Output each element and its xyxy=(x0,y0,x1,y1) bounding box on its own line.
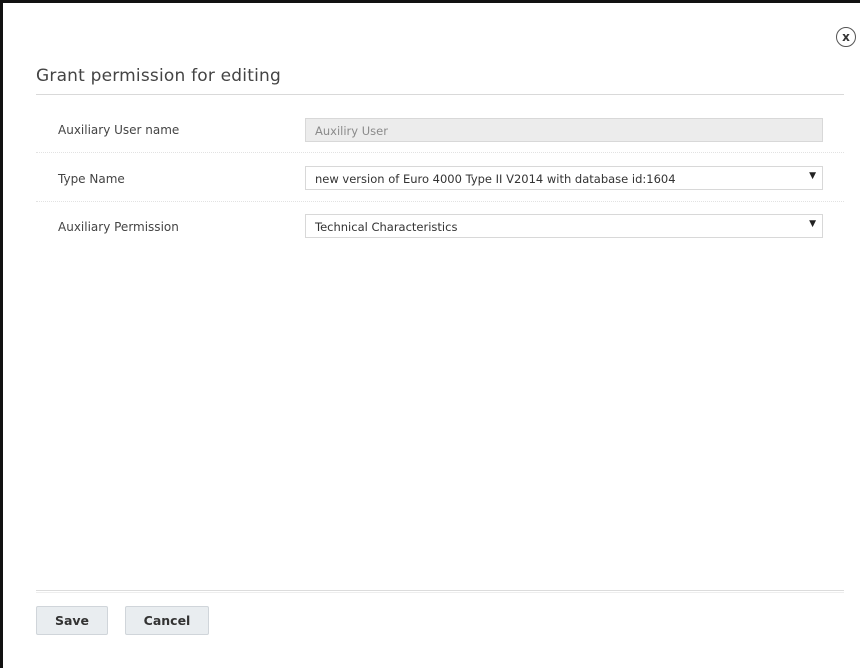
auxiliary-user-row: Auxiliary User name Auxiliry User xyxy=(36,106,844,153)
dropdown-arrow-icon: ▼ xyxy=(809,171,816,181)
type-name-value: new version of Euro 4000 Type II V2014 w… xyxy=(315,172,676,186)
auxiliary-permission-value: Technical Characteristics xyxy=(315,220,458,234)
dialog-title: Grant permission for editing xyxy=(36,66,281,86)
close-icon[interactable]: x xyxy=(836,27,856,47)
type-name-select[interactable]: new version of Euro 4000 Type II V2014 w… xyxy=(305,166,823,190)
cancel-button[interactable]: Cancel xyxy=(125,606,209,635)
type-name-label: Type Name xyxy=(58,172,125,186)
auxiliary-permission-row: Auxiliary Permission Technical Character… xyxy=(36,203,844,249)
auxiliary-user-field: Auxiliry User xyxy=(305,118,823,142)
grant-permission-dialog: x Grant permission for editing Auxiliary… xyxy=(0,0,860,668)
dropdown-arrow-icon: ▼ xyxy=(809,219,816,229)
footer-divider xyxy=(36,590,844,591)
auxiliary-permission-select[interactable]: Technical Characteristics ▼ xyxy=(305,214,823,238)
save-button[interactable]: Save xyxy=(36,606,108,635)
type-name-row: Type Name new version of Euro 4000 Type … xyxy=(36,155,844,202)
auxiliary-user-label: Auxiliary User name xyxy=(58,123,180,137)
footer-divider-shadow xyxy=(36,592,844,593)
title-divider xyxy=(36,94,844,95)
auxiliary-user-value: Auxiliry User xyxy=(315,124,388,138)
auxiliary-permission-label: Auxiliary Permission xyxy=(58,220,179,234)
